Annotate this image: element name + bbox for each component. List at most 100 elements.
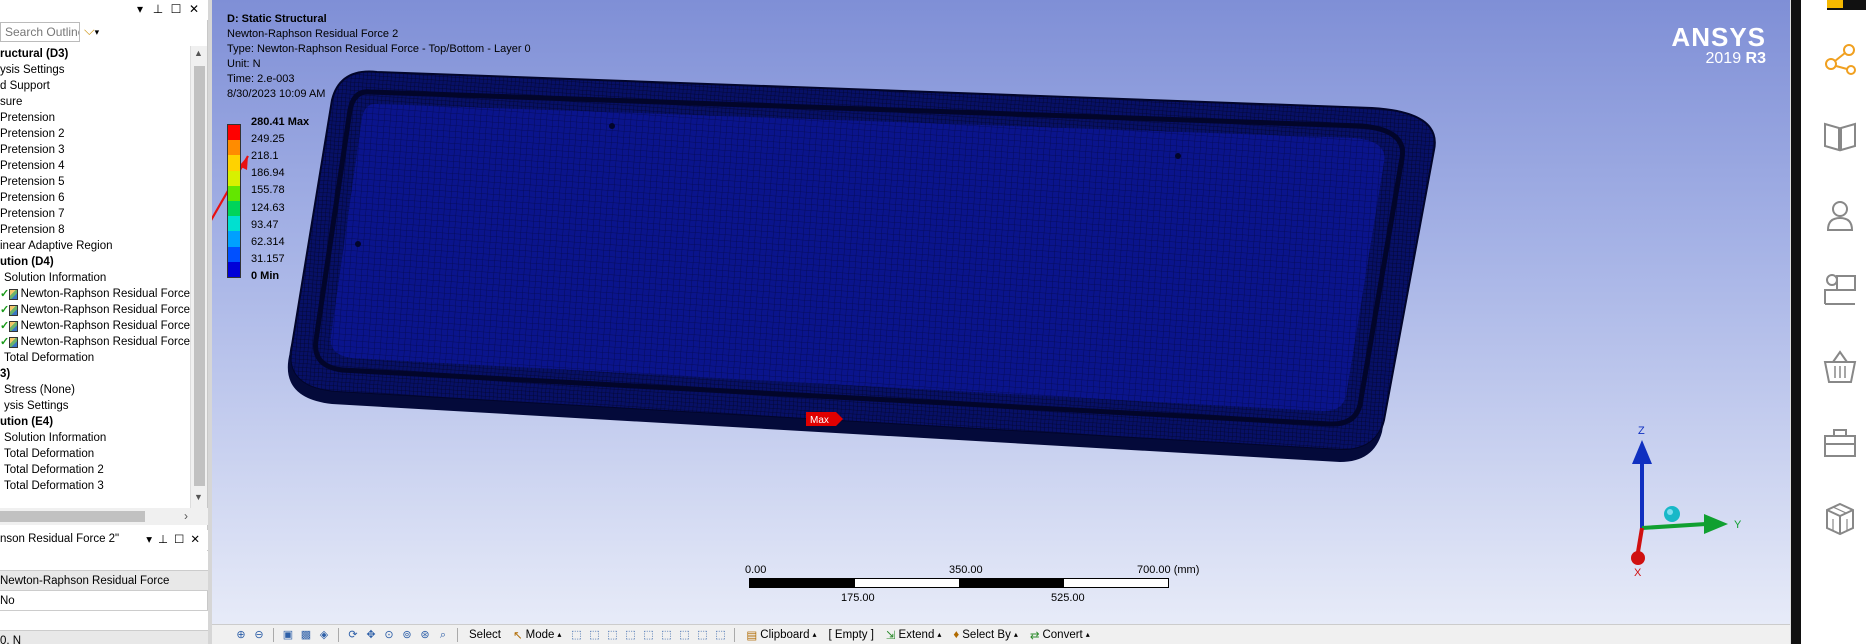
tree-item[interactable]: Total Deformation — [0, 350, 190, 366]
training-icon[interactable] — [1821, 270, 1859, 308]
scale-label: 525.00 — [1051, 592, 1085, 604]
select-face-element-icon[interactable]: ⬚ — [695, 628, 709, 642]
tree-item[interactable]: Pretension — [0, 110, 190, 126]
select-mesh-icon[interactable]: ⬚ — [677, 628, 691, 642]
tree-item[interactable]: 3) — [0, 366, 190, 382]
search-outline-input[interactable]: Search Outline — [0, 22, 80, 42]
tree-item[interactable]: Pretension 6 — [0, 190, 190, 206]
select-more-icon[interactable]: ⬚ — [713, 628, 727, 642]
graphics-viewport[interactable]: Max D: Static Structural Newton-Raphson … — [212, 0, 1790, 624]
details-row[interactable]: 0. N — [0, 631, 208, 644]
outline-header: ▾ ⊥ ☐ ✕ — [0, 0, 208, 20]
tree-item[interactable]: Solution Information — [0, 270, 190, 286]
axis-triad[interactable]: Z Y X — [1622, 420, 1752, 580]
tree-item[interactable]: ✓ Newton-Raphson Residual Force — [0, 334, 190, 350]
extend-dropdown[interactable]: ⇲ Extend ▴ — [882, 628, 945, 642]
select-element-icon[interactable]: ⬚ — [659, 628, 673, 642]
rotate-icon[interactable]: ⟳ — [346, 628, 360, 642]
scrollbar-thumb[interactable] — [0, 511, 145, 522]
legend-color-segment — [228, 201, 240, 217]
tree-item[interactable]: ✓ Newton-Raphson Residual Force — [0, 286, 190, 302]
cubes-icon[interactable] — [1821, 500, 1859, 538]
tree-item[interactable]: Solution Information — [0, 430, 190, 446]
select-face-icon[interactable]: ⬚ — [605, 628, 619, 642]
pin-icon[interactable]: ⊥ — [152, 2, 164, 16]
dropdown-icon[interactable]: ▾ — [134, 2, 146, 16]
zoom-icon[interactable]: ⊙ — [382, 628, 396, 642]
tree-item[interactable]: ✓ Newton-Raphson Residual Force — [0, 302, 190, 318]
box-zoom-icon[interactable]: ⊚ — [400, 628, 414, 642]
scroll-down-icon[interactable]: ▼ — [194, 492, 203, 502]
details-row[interactable]: Newton-Raphson Residual Force — [0, 571, 208, 591]
select-edge-icon[interactable]: ⬚ — [587, 628, 601, 642]
details-row[interactable]: No — [0, 591, 208, 611]
tree-item[interactable]: ructural (D3) — [0, 46, 190, 62]
outline-horizontal-scrollbar[interactable]: › — [0, 508, 208, 525]
tree-item-label: ution (D4) — [0, 256, 54, 268]
pan-icon[interactable]: ✥ — [364, 628, 378, 642]
tree-item[interactable]: Pretension 7 — [0, 206, 190, 222]
legend-color-segment — [228, 155, 240, 171]
tree-item[interactable]: Total Deformation 3 — [0, 478, 190, 494]
outline-vertical-scrollbar[interactable]: ▲ ▼ — [190, 46, 207, 508]
tree-item[interactable]: sure — [0, 94, 190, 110]
tree-item[interactable]: Pretension 5 — [0, 174, 190, 190]
select-node-icon[interactable]: ⬚ — [641, 628, 655, 642]
logo-version: 2019 — [1705, 50, 1746, 67]
result-cube-icon — [9, 336, 18, 348]
legend-color-bar — [227, 124, 241, 278]
magnifier-icon[interactable]: ⌕ — [436, 628, 450, 642]
zoom-out-icon[interactable]: ⊖ — [252, 628, 266, 642]
filter-dropdown-icon[interactable]: ⌵▾ — [84, 22, 112, 42]
tree-item[interactable]: ution (D4) — [0, 254, 190, 270]
legend-value-label: 218.1 — [251, 150, 279, 163]
maximize-icon[interactable]: ☐ — [174, 532, 184, 546]
legend-color-segment — [228, 231, 240, 247]
maximize-icon[interactable]: ☐ — [170, 2, 182, 16]
close-icon[interactable]: ✕ — [190, 532, 200, 546]
tree-item[interactable]: Pretension 8 — [0, 222, 190, 238]
scroll-up-icon[interactable]: ▲ — [194, 48, 203, 58]
box-view-icon[interactable]: ▩ — [299, 628, 313, 642]
briefcase-icon[interactable] — [1821, 424, 1859, 462]
tree-item-label: Total Deformation 3 — [4, 480, 104, 492]
share-network-icon[interactable] — [1821, 40, 1859, 78]
tree-item[interactable]: Pretension 3 — [0, 142, 190, 158]
select-body-icon[interactable]: ⬚ — [623, 628, 637, 642]
convert-dropdown[interactable]: ⇄ Convert ▴ — [1026, 628, 1094, 642]
tree-item[interactable]: Pretension 4 — [0, 158, 190, 174]
tree-item[interactable]: ution (E4) — [0, 414, 190, 430]
iso-view-icon[interactable]: ▣ — [281, 628, 295, 642]
scroll-right-icon[interactable]: › — [184, 509, 188, 523]
zoom-in-icon[interactable]: ⊕ — [234, 628, 248, 642]
scrollbar-thumb[interactable] — [194, 66, 205, 486]
display-icon[interactable]: ◈ — [317, 628, 331, 642]
pin-icon[interactable]: ⊥ — [158, 532, 168, 546]
tree-item[interactable]: Total Deformation — [0, 446, 190, 462]
fit-icon[interactable]: ⊛ — [418, 628, 432, 642]
tree-item[interactable]: d Support — [0, 78, 190, 94]
scale-ruler: 0.00 350.00 700.00 (mm) 175.00 525.00 — [745, 558, 1209, 608]
tree-item[interactable]: Total Deformation 2 — [0, 462, 190, 478]
tree-item[interactable]: inear Adaptive Region — [0, 238, 190, 254]
select-by-dropdown[interactable]: ♦ Select By ▴ — [949, 629, 1021, 641]
details-row — [0, 611, 208, 631]
tree-item[interactable]: ysis Settings — [0, 398, 190, 414]
info-line: 8/30/2023 10:09 AM — [227, 88, 326, 100]
extend-icon: ⇲ — [885, 629, 896, 642]
selection-empty-indicator: [ Empty ] — [828, 628, 874, 641]
mode-dropdown[interactable]: ↖ Mode ▴ — [509, 628, 565, 642]
tree-item[interactable]: ✓ Newton-Raphson Residual Force — [0, 318, 190, 334]
details-title: nson Residual Force 2" — [0, 533, 120, 545]
dropdown-icon[interactable]: ▾ — [146, 532, 152, 546]
support-agent-icon[interactable] — [1821, 196, 1859, 234]
select-vertex-icon[interactable]: ⬚ — [569, 628, 583, 642]
clipboard-dropdown[interactable]: ▤ Clipboard ▴ — [742, 628, 820, 642]
tree-item[interactable]: Pretension 2 — [0, 126, 190, 142]
book-icon[interactable] — [1821, 116, 1859, 154]
tree-item[interactable]: Stress (None) — [0, 382, 190, 398]
close-icon[interactable]: ✕ — [188, 2, 200, 16]
tree-item[interactable]: ysis Settings — [0, 62, 190, 78]
store-basket-icon[interactable] — [1821, 348, 1859, 386]
analysis-title: D: Static Structural — [227, 13, 327, 25]
